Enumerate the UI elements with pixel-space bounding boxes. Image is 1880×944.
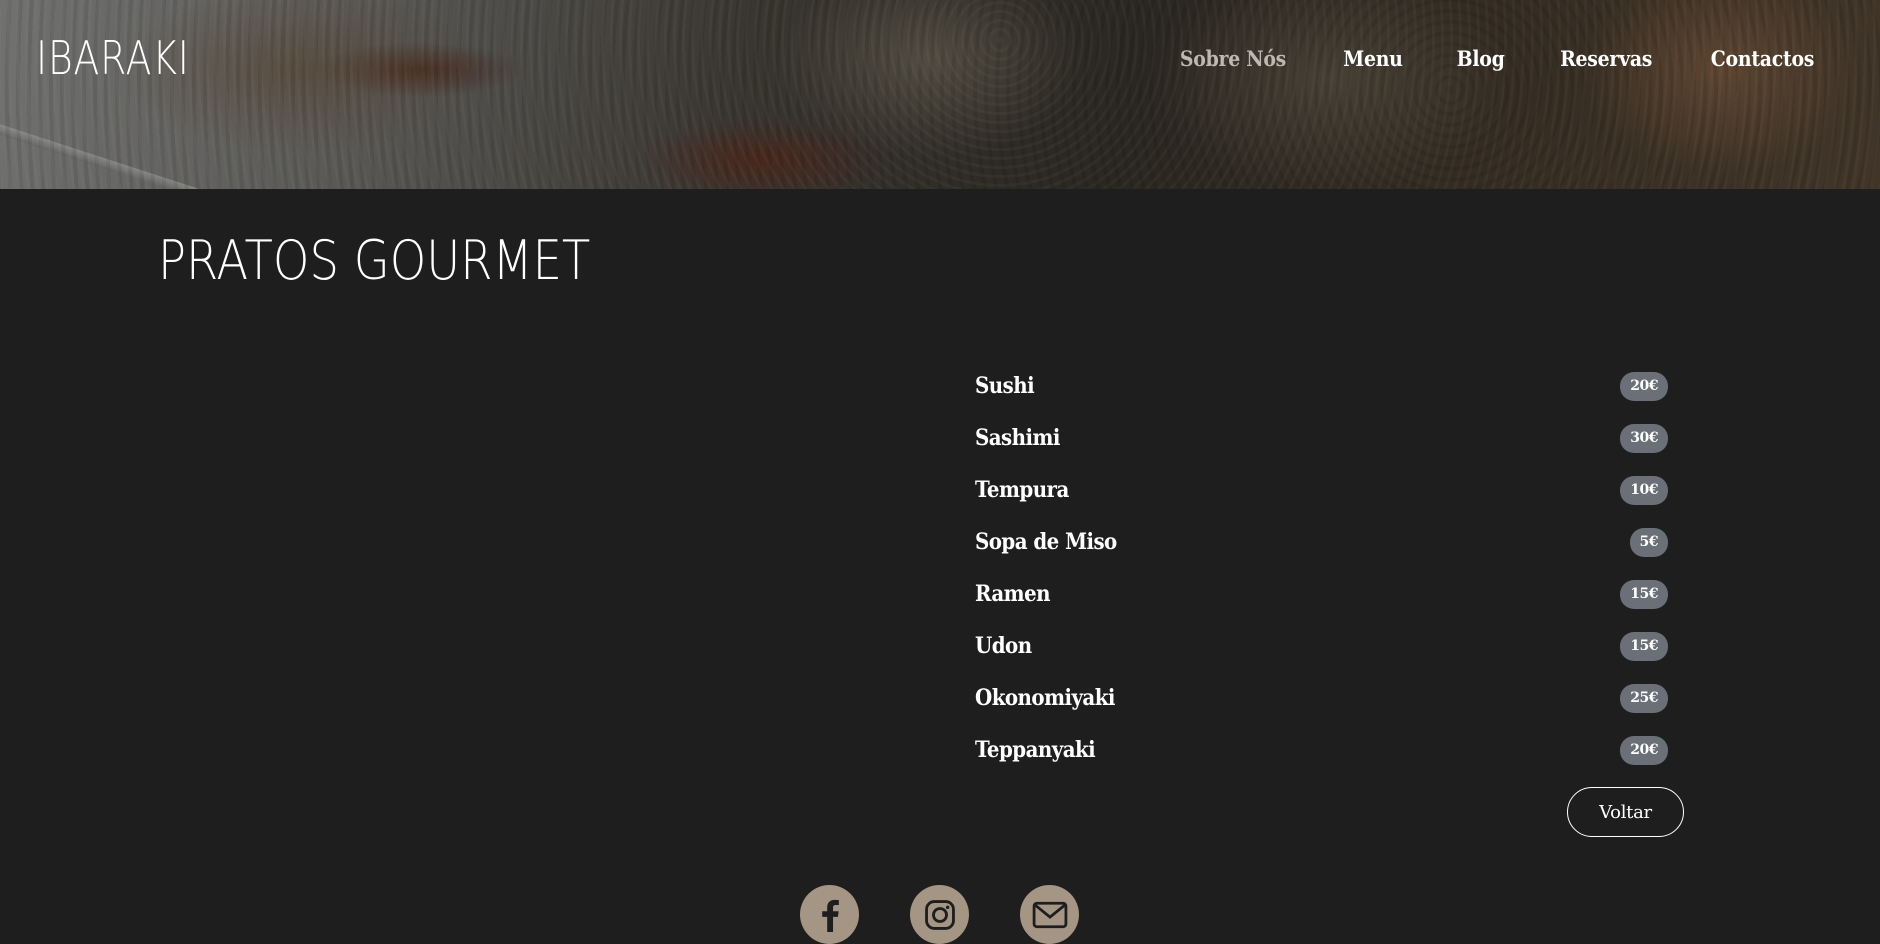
price-badge: 30€ xyxy=(1620,423,1668,453)
hero-image-overlay xyxy=(0,0,1880,189)
dish-list: Sushi 20€ Sashimi 30€ Tempura 10€ Sopa d… xyxy=(975,360,1668,776)
instagram-icon xyxy=(923,898,957,932)
price-badge: 25€ xyxy=(1620,683,1668,713)
dish-item: Udon 15€ xyxy=(975,620,1668,672)
dish-item: Sushi 20€ xyxy=(975,360,1668,412)
dish-name: Sashimi xyxy=(975,425,1060,451)
nav-link-blog[interactable]: Blog xyxy=(1456,46,1504,71)
dish-name: Tempura xyxy=(975,477,1069,503)
dish-name: Ramen xyxy=(975,581,1051,607)
nav-link-reservas[interactable]: Reservas xyxy=(1560,46,1652,71)
dish-name: Teppanyaki xyxy=(975,737,1096,763)
mail-icon xyxy=(1032,901,1068,929)
dish-item: Sashimi 30€ xyxy=(975,412,1668,464)
dish-item: Tempura 10€ xyxy=(975,464,1668,516)
price-badge: 15€ xyxy=(1620,579,1668,609)
social-links xyxy=(800,885,1079,944)
hero-header: IBARAKI Sobre Nós Menu Blog Reservas Con… xyxy=(0,0,1880,189)
dish-item: Teppanyaki 20€ xyxy=(975,724,1668,776)
nav-link-sobre-nos[interactable]: Sobre Nós xyxy=(1180,46,1286,71)
price-badge: 20€ xyxy=(1620,371,1668,401)
page-title: PRATOS GOURMET xyxy=(158,229,591,292)
nav-link-contactos[interactable]: Contactos xyxy=(1711,46,1815,71)
price-badge: 5€ xyxy=(1629,527,1668,557)
back-button[interactable]: Voltar xyxy=(1567,787,1684,837)
main-nav: Sobre Nós Menu Blog Reservas Contactos xyxy=(1174,46,1820,71)
dish-item: Sopa de Miso 5€ xyxy=(975,516,1668,568)
dish-name: Sushi xyxy=(975,373,1035,399)
facebook-link[interactable] xyxy=(800,885,859,944)
instagram-link[interactable] xyxy=(910,885,969,944)
nav-link-menu[interactable]: Menu xyxy=(1343,46,1403,71)
price-badge: 10€ xyxy=(1620,475,1668,505)
dish-item: Okonomiyaki 25€ xyxy=(975,672,1668,724)
dish-name: Okonomiyaki xyxy=(975,685,1115,711)
facebook-icon xyxy=(815,898,845,932)
price-badge: 15€ xyxy=(1620,631,1668,661)
mail-link[interactable] xyxy=(1020,885,1079,944)
dish-item: Ramen 15€ xyxy=(975,568,1668,620)
site-logo[interactable]: IBARAKI xyxy=(36,30,190,86)
price-badge: 20€ xyxy=(1620,735,1668,765)
dish-name: Udon xyxy=(975,633,1032,659)
dish-name: Sopa de Miso xyxy=(975,529,1117,555)
